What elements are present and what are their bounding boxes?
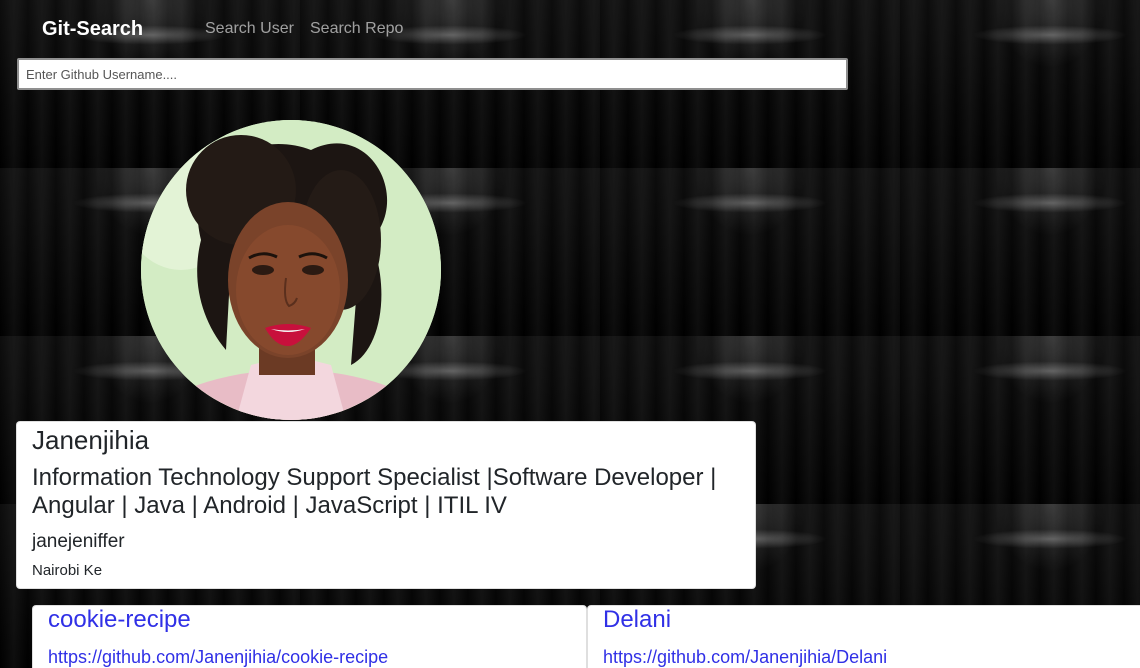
- username-search-input[interactable]: [17, 58, 848, 90]
- repo-url-link[interactable]: https://github.com/Janenjihia/cookie-rec…: [48, 646, 388, 668]
- profile-card: Janenjihia Information Technology Suppor…: [16, 421, 756, 589]
- profile-bio: Information Technology Support Specialis…: [32, 464, 717, 519]
- repo-card: Delani https://github.com/Janenjihia/Del…: [587, 605, 1140, 668]
- profile-login: janejeniffer: [32, 531, 125, 552]
- nav-link-search-repo[interactable]: Search Repo: [310, 19, 403, 39]
- repo-url-link[interactable]: https://github.com/Janenjihia/Delani: [603, 646, 887, 668]
- repo-card: cookie-recipe https://github.com/Janenji…: [32, 605, 587, 668]
- user-avatar-icon: [141, 120, 441, 420]
- profile-location: Nairobi Ke: [32, 562, 103, 579]
- avatar: [141, 120, 441, 420]
- navbar: Git-Search Search User Search Repo: [0, 0, 1140, 56]
- profile-name: Janenjihia: [32, 425, 150, 455]
- nav-link-search-user[interactable]: Search User: [205, 19, 294, 39]
- repo-name-link[interactable]: Delani: [603, 606, 671, 634]
- brand-logo[interactable]: Git-Search: [42, 17, 143, 41]
- repo-name-link[interactable]: cookie-recipe: [48, 606, 191, 634]
